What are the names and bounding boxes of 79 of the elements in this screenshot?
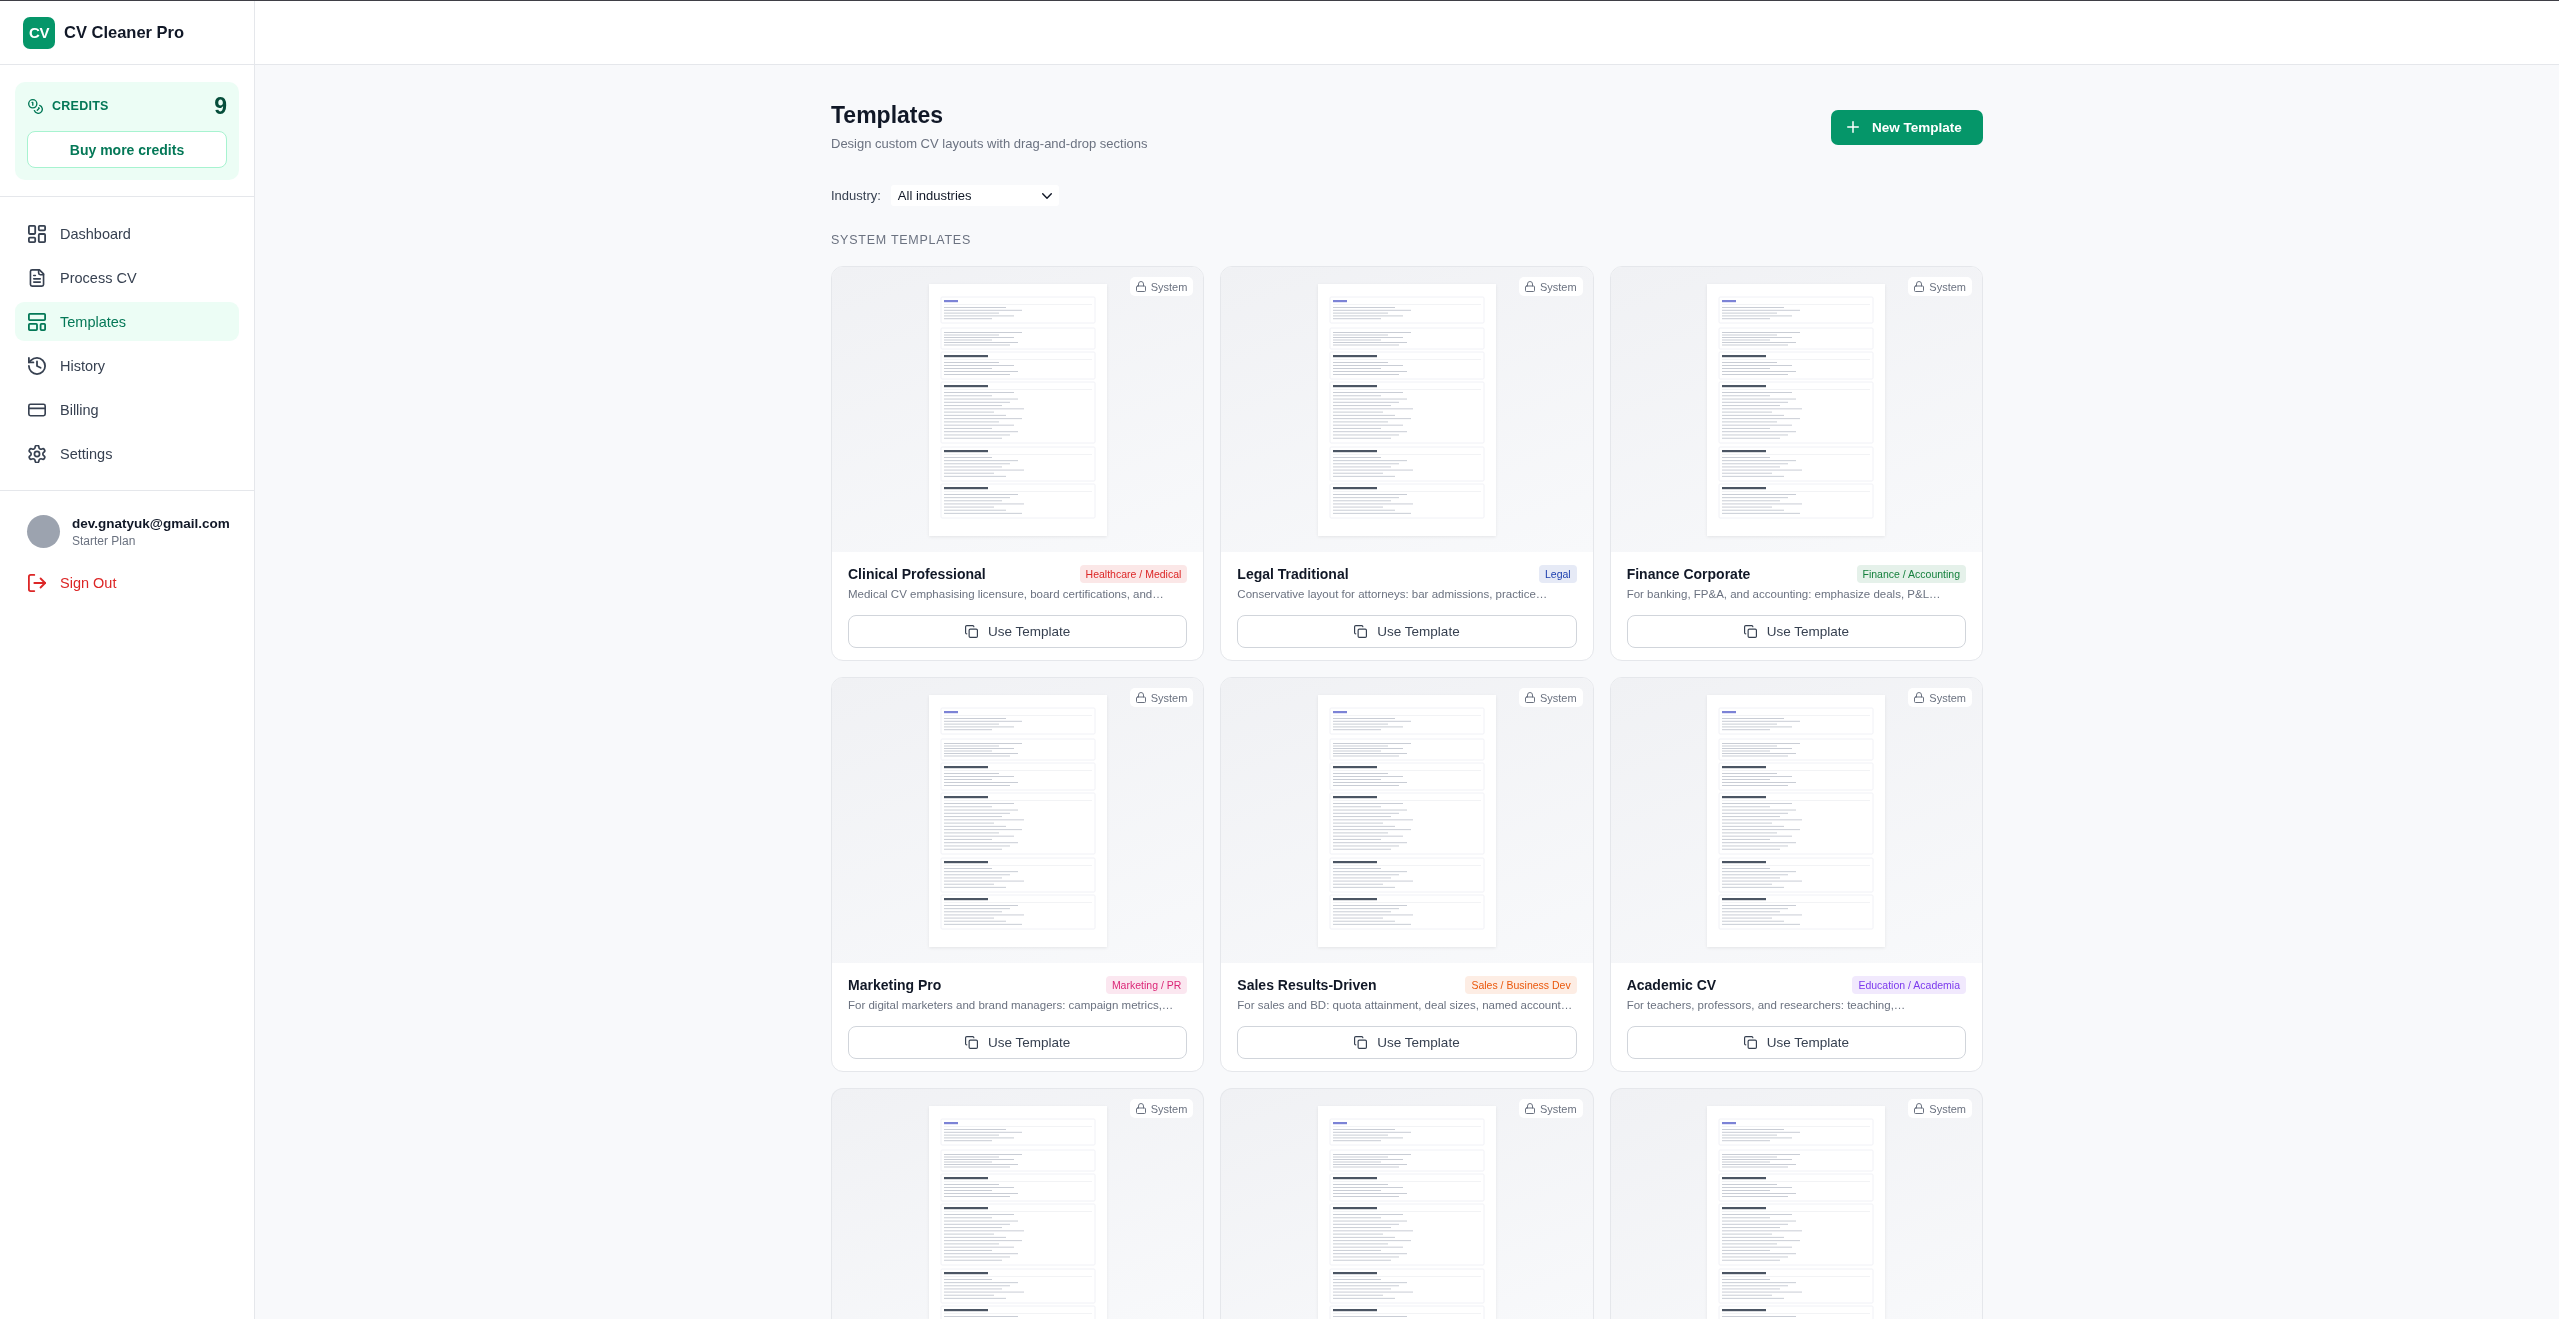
copy-icon [1743, 1036, 1757, 1049]
settings-icon [28, 444, 46, 463]
use-template-button[interactable]: Use Template [848, 1026, 1188, 1059]
industry-tag: Healthcare / Medical [1079, 565, 1188, 583]
user-email: dev.gnatyuk@gmail.com [72, 515, 230, 531]
template-description: For banking, FP&A, and accounting: emphasize deals, P&L… [1626, 587, 1942, 602]
industry-tag: Sales / Business Dev [1465, 976, 1577, 994]
lock-icon [1914, 281, 1925, 292]
template-description: For teachers, professors, and researchers: teaching,… [1626, 998, 1907, 1013]
sign-out-button[interactable]: Sign Out [15, 565, 130, 601]
badge-label: System [1150, 280, 1188, 293]
template-description: Medical CV emphasising licensure, board certifications, and… [848, 587, 1165, 602]
copy-icon [1354, 625, 1368, 638]
app-name: CV Cleaner Pro [64, 23, 185, 42]
lock-icon [1135, 1103, 1146, 1114]
credit-card-icon [28, 400, 46, 419]
sidebar-item[interactable]: Process CV [15, 258, 239, 297]
buy-credits-button[interactable]: Buy more credits [27, 131, 227, 168]
section-heading: SYSTEM TEMPLATES [831, 232, 973, 248]
lock-icon [1135, 692, 1146, 703]
page-title: Templates [831, 101, 945, 129]
use-template-button[interactable]: Use Template [1626, 1026, 1966, 1059]
badge-label: System [1929, 1102, 1966, 1115]
template-title: Finance Corporate [1626, 566, 1751, 582]
sidebar-item[interactable]: History [15, 346, 239, 385]
sidebar-item[interactable]: Billing [15, 390, 239, 429]
new-template-button[interactable]: New Template [1831, 109, 1983, 145]
sidebar-item[interactable]: Templates [15, 302, 239, 341]
badge-label: System [1150, 691, 1188, 704]
industry-tag: Marketing / PR [1105, 976, 1188, 994]
badge-label: System [1539, 1102, 1577, 1115]
badge-label: System [1929, 280, 1966, 293]
credits-label: CREDITS [52, 99, 109, 113]
badge-label: System [1150, 1102, 1188, 1115]
sidebar-item[interactable]: Dashboard [15, 214, 239, 253]
lock-icon [1135, 281, 1146, 292]
industry-tag: Education / Academia [1852, 976, 1966, 994]
copy-icon [1743, 625, 1757, 638]
template-title: Marketing Pro [848, 977, 942, 993]
coins-icon [28, 98, 43, 114]
lock-icon [1524, 281, 1535, 292]
lock-icon [1524, 692, 1535, 703]
industry-select[interactable]: All industries [890, 185, 1059, 206]
template-description: For digital marketers and brand managers: campaign metrics,… [848, 998, 1175, 1013]
chevron-down-icon [1041, 192, 1052, 199]
use-template-button[interactable]: Use Template [1237, 615, 1577, 648]
lock-icon [1914, 692, 1925, 703]
badge-label: System [1539, 280, 1577, 293]
lock-icon [1914, 1103, 1925, 1114]
template-description: For sales and BD: quota attainment, deal sizes, named account… [1237, 998, 1574, 1013]
sidebar-item[interactable]: Settings [15, 434, 239, 473]
user-plan: Starter Plan [72, 533, 137, 548]
plus-icon [1847, 121, 1859, 133]
sign-out-icon [28, 574, 46, 592]
badge-label: System [1539, 691, 1577, 704]
app-logo: CV [23, 16, 55, 49]
page-subtitle: Design custom CV layouts with drag-and-drop sections [831, 135, 1148, 153]
grid-icon [28, 224, 46, 243]
document-icon [28, 268, 46, 287]
copy-icon [965, 1036, 978, 1049]
industry-tag: Finance / Accounting [1856, 565, 1966, 583]
template-description: Conservative layout for attorneys: bar admissions, practice… [1237, 587, 1549, 602]
template-title: Sales Results-Driven [1237, 977, 1377, 993]
history-icon [28, 356, 46, 375]
template-title: Clinical Professional [848, 566, 986, 582]
template-title: Academic CV [1626, 977, 1717, 993]
industry-tag: Legal [1538, 565, 1577, 583]
lock-icon [1524, 1103, 1535, 1114]
filter-label: Industry: [831, 188, 881, 203]
avatar [27, 515, 60, 548]
use-template-button[interactable]: Use Template [848, 615, 1188, 648]
copy-icon [965, 625, 978, 638]
use-template-button[interactable]: Use Template [1626, 615, 1966, 648]
layout-icon [28, 312, 46, 331]
copy-icon [1354, 1036, 1368, 1049]
badge-label: System [1929, 691, 1966, 704]
template-title: Legal Traditional [1237, 566, 1349, 582]
credits-count: 9 [214, 92, 227, 120]
use-template-button[interactable]: Use Template [1237, 1026, 1577, 1059]
